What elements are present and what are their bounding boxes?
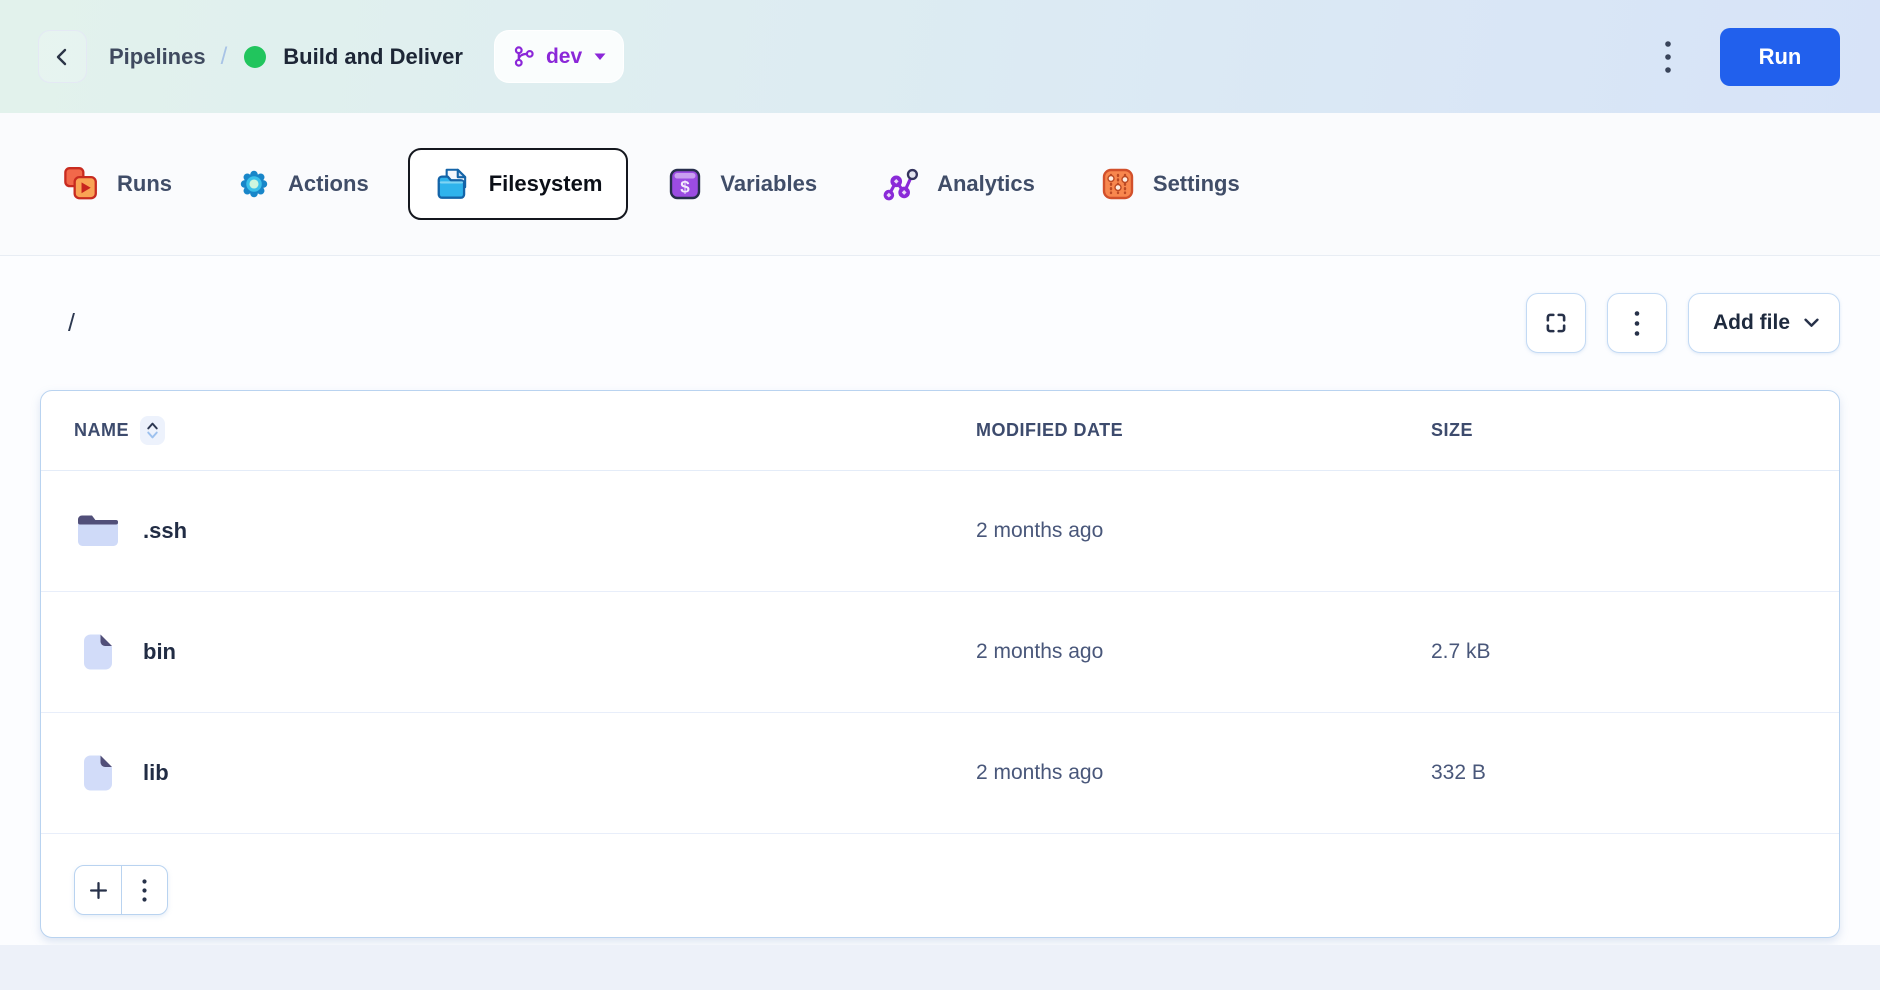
- filesystem-icon: [434, 165, 472, 203]
- app: Pipelines / Build and Deliver dev Run Ru…: [0, 0, 1880, 990]
- column-header-size: SIZE: [1431, 420, 1474, 440]
- kebab-menu-icon: [1634, 310, 1640, 337]
- fullscreen-button[interactable]: [1526, 293, 1586, 353]
- page-background: [0, 945, 1880, 990]
- file-name-cell: .ssh: [74, 513, 976, 549]
- tab-actions[interactable]: Actions: [211, 150, 395, 218]
- column-header-modified: MODIFIED DATE: [976, 420, 1124, 440]
- folder-icon: [74, 513, 122, 549]
- pipeline-status-dot: [244, 45, 267, 68]
- add-file-button[interactable]: Add file: [1688, 293, 1840, 353]
- tab-bar: Runs Actions Filesystem $ Variables Anal…: [0, 113, 1880, 256]
- page-title: Build and Deliver: [283, 43, 463, 69]
- settings-icon: [1100, 166, 1136, 202]
- file-name: bin: [143, 639, 176, 664]
- actions-icon: [237, 167, 271, 201]
- toolbar-actions: Add file: [1526, 293, 1840, 353]
- tab-label: Analytics: [937, 171, 1035, 196]
- file-size: 2.7 kB: [1431, 640, 1491, 663]
- tab-label: Settings: [1152, 171, 1240, 196]
- file-name: .ssh: [143, 518, 188, 543]
- run-button[interactable]: Run: [1720, 27, 1840, 86]
- footer-button-group: [74, 865, 168, 915]
- kebab-menu-icon: [142, 878, 147, 902]
- current-path: /: [68, 308, 75, 337]
- breadcrumb-separator: /: [220, 42, 228, 70]
- tab-settings[interactable]: Settings: [1074, 149, 1266, 219]
- file-icon: [74, 753, 122, 793]
- tab-filesystem[interactable]: Filesystem: [407, 148, 629, 220]
- branch-name: dev: [545, 44, 583, 68]
- variables-icon: $: [667, 166, 703, 202]
- file-icon: [74, 632, 122, 672]
- add-file-label: Add file: [1713, 311, 1790, 334]
- table-header: NAME MODIFIED DATE SIZE: [41, 391, 1839, 471]
- file-name-cell: bin: [74, 632, 976, 672]
- header-actions: Run: [1654, 27, 1840, 86]
- runs-icon: [62, 165, 100, 203]
- back-button[interactable]: [38, 30, 87, 83]
- sort-icon[interactable]: [140, 416, 165, 445]
- add-entry-button[interactable]: [75, 866, 121, 914]
- modified-date: 2 months ago: [976, 519, 1104, 542]
- table-row[interactable]: bin 2 months ago 2.7 kB: [41, 592, 1839, 713]
- modified-date: 2 months ago: [976, 761, 1104, 784]
- file-name-cell: lib: [74, 753, 976, 793]
- caret-down-icon: [594, 53, 606, 61]
- tab-label: Runs: [117, 171, 172, 196]
- file-table: NAME MODIFIED DATE SIZE .ssh 2 months ag…: [40, 390, 1840, 938]
- entry-menu-button[interactable]: [121, 866, 167, 914]
- column-label: NAME: [74, 420, 129, 440]
- analytics-icon: [882, 165, 920, 203]
- tab-variables[interactable]: $ Variables: [641, 149, 843, 219]
- chevron-down-icon: [1804, 318, 1819, 328]
- fullscreen-icon: [1543, 310, 1569, 336]
- column-header-name: NAME: [74, 416, 976, 445]
- table-footer: [41, 834, 1839, 915]
- chevron-left-icon: [51, 45, 75, 69]
- file-size: 332 B: [1431, 761, 1486, 784]
- breadcrumb-pipelines[interactable]: Pipelines: [109, 44, 206, 70]
- header-menu-button[interactable]: [1654, 32, 1682, 82]
- modified-date: 2 months ago: [976, 640, 1104, 663]
- svg-text:$: $: [681, 178, 691, 197]
- header: Pipelines / Build and Deliver dev Run: [0, 0, 1880, 113]
- breadcrumb: Pipelines / Build and Deliver dev: [109, 30, 625, 83]
- plus-icon: [88, 880, 109, 901]
- table-row[interactable]: .ssh 2 months ago: [41, 471, 1839, 592]
- file-name: lib: [143, 760, 169, 785]
- tab-analytics[interactable]: Analytics: [856, 148, 1061, 220]
- tab-label: Filesystem: [488, 171, 603, 196]
- kebab-menu-icon: [1664, 40, 1672, 74]
- filesystem-menu-button[interactable]: [1607, 293, 1667, 353]
- filesystem-panel: / Add file NAME MODIFIED DATE SIZE .ssh …: [0, 256, 1880, 945]
- git-branch-icon: [512, 45, 536, 68]
- tab-label: Variables: [720, 171, 818, 196]
- table-row[interactable]: lib 2 months ago 332 B: [41, 713, 1839, 834]
- tab-runs[interactable]: Runs: [36, 148, 198, 220]
- branch-selector[interactable]: dev: [493, 30, 625, 83]
- filesystem-toolbar: / Add file: [40, 293, 1840, 353]
- tab-label: Actions: [288, 171, 369, 196]
